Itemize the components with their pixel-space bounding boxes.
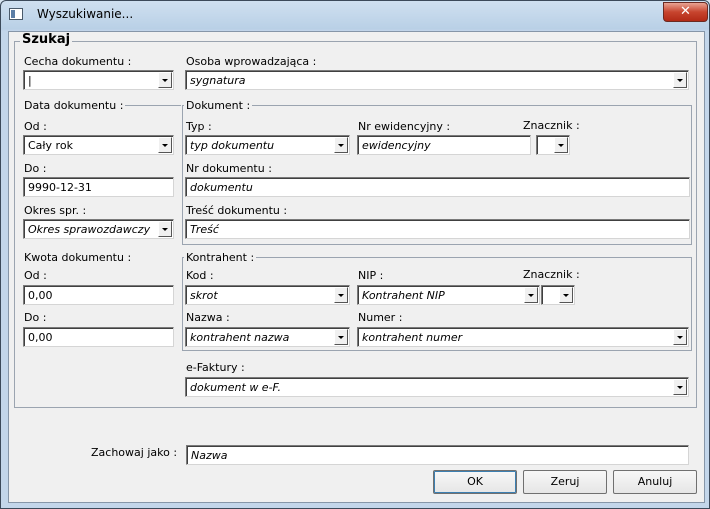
nip-label: NIP : xyxy=(358,269,384,282)
typ-dropdown[interactable]: typ dokumentu xyxy=(185,135,350,155)
kwota-to-input[interactable]: 0,00 xyxy=(23,327,174,347)
chevron-down-icon[interactable] xyxy=(334,287,348,303)
kod-dropdown[interactable]: skrot xyxy=(185,285,350,305)
osoba-dropdown[interactable]: sygnatura xyxy=(185,70,689,90)
cancel-button[interactable]: Anuluj xyxy=(613,470,697,494)
cecha-dropdown[interactable]: | xyxy=(23,70,174,90)
kod-placeholder: skrot xyxy=(190,289,218,302)
kod-label: Kod : xyxy=(186,269,214,282)
nazwa-label: Nazwa : xyxy=(186,311,230,324)
kwota-from-label: Od : xyxy=(24,269,47,282)
kwota-group-title: Kwota dokumentu : xyxy=(24,251,132,264)
kwota-to-label: Do : xyxy=(24,311,47,324)
nr-dok-input[interactable]: dokumentu xyxy=(185,177,690,197)
chevron-down-icon[interactable] xyxy=(158,221,172,237)
document-group-title: Dokument : xyxy=(184,99,253,112)
nr-ewid-placeholder: ewidencyjny xyxy=(362,139,431,152)
kwota-to-value: 0,00 xyxy=(28,331,53,344)
cecha-label: Cecha dokumentu : xyxy=(24,55,132,68)
osoba-label: Osoba wprowadzająca : xyxy=(186,55,317,68)
chevron-down-icon[interactable] xyxy=(673,379,687,395)
kwota-from-value: 0,00 xyxy=(28,289,53,302)
nr-ewid-input[interactable]: ewidencyjny xyxy=(357,135,531,155)
date-to-input[interactable]: 9990-12-31 xyxy=(23,177,174,197)
efaktury-placeholder: dokument w e-F. xyxy=(190,381,281,394)
kwota-from-input[interactable]: 0,00 xyxy=(23,285,174,305)
close-icon: ✕ xyxy=(680,4,691,19)
znacznik-doc-label: Znacznik : xyxy=(523,119,580,132)
nazwa-dropdown[interactable]: kontrahent nazwa xyxy=(185,327,350,347)
osoba-placeholder: sygnatura xyxy=(190,74,246,87)
window-title: Wyszukiwanie... xyxy=(37,7,134,21)
save-as-placeholder: Nazwa xyxy=(191,449,228,462)
typ-placeholder: typ dokumentu xyxy=(190,139,275,152)
okres-dropdown[interactable]: Okres sprawozdawczy xyxy=(23,219,174,239)
chevron-down-icon[interactable] xyxy=(524,287,538,303)
znacznik-contractor-dropdown[interactable] xyxy=(541,285,575,305)
search-group-title: Szukaj xyxy=(20,32,73,47)
chevron-down-icon[interactable] xyxy=(158,137,172,153)
save-as-label: Zachowaj jako : xyxy=(91,446,178,459)
znacznik-contractor-label: Znacznik : xyxy=(523,268,580,281)
numer-placeholder: kontrahent numer xyxy=(362,331,463,344)
title-bar[interactable]: Wyszukiwanie... ✕ xyxy=(1,1,709,29)
cecha-value: | xyxy=(28,74,32,87)
date-from-value: Cały rok xyxy=(28,139,73,152)
save-as-input[interactable]: Nazwa xyxy=(186,445,689,465)
tresc-input[interactable]: Treść xyxy=(185,219,690,239)
reset-button[interactable]: Zeruj xyxy=(523,470,607,494)
efaktury-dropdown[interactable]: dokument w e-F. xyxy=(185,377,689,397)
chevron-down-icon[interactable] xyxy=(334,137,348,153)
contractor-group-title: Kontrahent : xyxy=(184,251,257,264)
okres-placeholder: Okres sprawozdawczy xyxy=(28,223,151,236)
date-group-title: Data dokumentu : xyxy=(22,99,126,112)
efaktury-label: e-Faktury : xyxy=(186,361,245,374)
numer-dropdown[interactable]: kontrahent numer xyxy=(357,327,689,347)
date-from-dropdown[interactable]: Cały rok xyxy=(23,135,174,155)
znacznik-doc-dropdown[interactable] xyxy=(536,135,570,155)
window-icon xyxy=(9,8,23,20)
nr-ewid-label: Nr ewidencyjny : xyxy=(358,120,451,133)
chevron-down-icon[interactable] xyxy=(554,137,568,153)
nr-dok-label: Nr dokumentu : xyxy=(186,162,272,175)
nip-dropdown[interactable]: Kontrahent NIP xyxy=(357,285,540,305)
tresc-label: Treść dokumentu : xyxy=(186,204,288,217)
chevron-down-icon[interactable] xyxy=(673,72,687,88)
numer-label: Numer : xyxy=(358,311,403,324)
chevron-down-icon[interactable] xyxy=(673,329,687,345)
date-to-label: Do : xyxy=(24,162,47,175)
dialog-body: Szukaj Cecha dokumentu : | Osoba wprowad… xyxy=(8,31,705,503)
tresc-placeholder: Treść xyxy=(190,223,219,236)
ok-button[interactable]: OK xyxy=(433,470,517,494)
chevron-down-icon[interactable] xyxy=(559,287,573,303)
chevron-down-icon[interactable] xyxy=(334,329,348,345)
close-button[interactable]: ✕ xyxy=(663,2,708,22)
chevron-down-icon[interactable] xyxy=(158,72,172,88)
nazwa-placeholder: kontrahent nazwa xyxy=(190,331,290,344)
okres-label: Okres spr. : xyxy=(24,204,87,217)
date-from-label: Od : xyxy=(24,120,47,133)
dialog-window: Wyszukiwanie... ✕ Szukaj Cecha dokumentu… xyxy=(0,0,710,509)
typ-label: Typ : xyxy=(186,120,212,133)
nip-placeholder: Kontrahent NIP xyxy=(362,289,445,302)
nr-dok-placeholder: dokumentu xyxy=(190,181,253,194)
date-to-value: 9990-12-31 xyxy=(28,181,92,194)
